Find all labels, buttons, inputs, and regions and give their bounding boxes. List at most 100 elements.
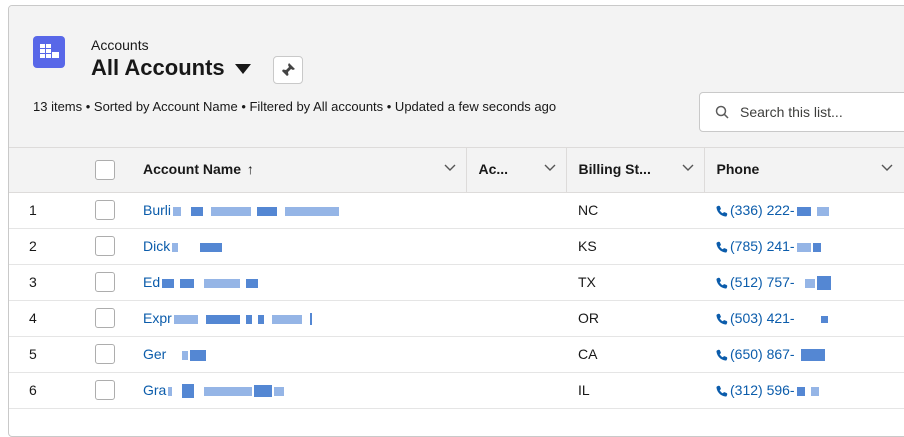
redacted-text [200, 242, 223, 252]
phone-cell: (312) 596- [704, 372, 904, 408]
billing-state-cell: NC [578, 202, 599, 218]
phone-cell: (503) 421- [704, 300, 904, 336]
redacted-text [191, 206, 204, 216]
chevron-down-icon[interactable] [444, 164, 456, 172]
redacted-text [820, 315, 828, 323]
redacted-text [271, 314, 302, 324]
search-input[interactable] [738, 101, 904, 123]
billing-state-cell: OR [578, 310, 599, 326]
account-name-link[interactable]: Burli [143, 202, 171, 218]
accounts-table: Account Name ↑ Ac... Billing St... Phone [9, 148, 904, 409]
chevron-down-icon[interactable] [881, 164, 893, 172]
phone-cell: (785) 241- [704, 228, 904, 264]
list-header: Accounts All Accounts 13 items • Sorted … [9, 6, 904, 148]
redacted-text [254, 385, 273, 398]
account-name-link[interactable]: Gra [143, 382, 166, 398]
account-name-link[interactable]: Ed [143, 274, 160, 290]
column-header-phone[interactable]: Phone [704, 148, 904, 193]
phone-icon [716, 314, 728, 325]
phone-link[interactable]: (650) 867- [730, 346, 795, 362]
search-icon [715, 105, 729, 119]
row-checkbox[interactable] [95, 236, 115, 256]
list-view-card: Accounts All Accounts 13 items • Sorted … [8, 5, 904, 437]
sort-up-arrow-icon: ↑ [246, 161, 254, 177]
billing-state-cell: KS [578, 238, 597, 254]
phone-link[interactable]: (336) 222- [730, 202, 795, 218]
row-select-cell [95, 228, 131, 264]
phone-link[interactable]: (512) 757- [730, 274, 795, 290]
account-cell [466, 228, 566, 264]
redacted-text [796, 242, 811, 252]
redacted-text [204, 386, 253, 396]
table-header-row: Account Name ↑ Ac... Billing St... Phone [9, 148, 904, 193]
redacted-text [257, 314, 264, 324]
row-number: 2 [29, 238, 37, 254]
phone-icon [716, 206, 728, 217]
row-number-header [9, 148, 95, 193]
phone-link[interactable]: (785) 241- [730, 238, 795, 254]
redacted-text [816, 276, 831, 291]
redacted-text [285, 206, 340, 216]
column-label: Ac... [478, 161, 509, 177]
billing-state-cell: TX [578, 274, 596, 290]
table-row: 2 Dick KS (785) 241- [9, 228, 904, 264]
redacted-text [796, 386, 805, 396]
column-header-account[interactable]: Ac... [466, 148, 567, 193]
redacted-text [245, 314, 252, 324]
row-select-cell [95, 336, 131, 372]
column-header-account-name[interactable]: Account Name ↑ [131, 148, 467, 193]
redacted-text [211, 206, 252, 216]
redacted-text [204, 278, 241, 288]
account-cell [466, 264, 566, 300]
search-box[interactable] [699, 92, 904, 132]
select-all-checkbox[interactable] [95, 159, 115, 180]
table-grid-icon [33, 36, 65, 68]
row-select-cell [95, 372, 131, 408]
column-label: Account Name [143, 161, 242, 177]
row-checkbox[interactable] [95, 344, 115, 364]
redacted-text [816, 206, 829, 216]
row-number: 1 [29, 202, 37, 218]
list-view-title[interactable]: All Accounts [91, 55, 225, 81]
phone-cell: (512) 757- [704, 264, 904, 300]
account-cell [466, 372, 566, 408]
account-name-cell: Expr [131, 300, 466, 336]
phone-link[interactable]: (503) 421- [730, 310, 795, 326]
account-name-link[interactable]: Expr [143, 310, 172, 326]
pin-icon [281, 63, 295, 77]
row-checkbox[interactable] [95, 308, 115, 328]
account-name-cell: Dick [131, 228, 466, 264]
redacted-text [168, 386, 173, 396]
table-row: 1 Burli NC (336) 222- [9, 192, 904, 228]
table-row: 5 Ger CA (650) 867- [9, 336, 904, 372]
row-number: 6 [29, 382, 37, 398]
row-checkbox[interactable] [95, 200, 115, 220]
redacted-text [162, 278, 175, 288]
phone-link[interactable]: (312) 596- [730, 382, 795, 398]
row-checkbox[interactable] [95, 380, 115, 400]
phone-cell: (336) 222- [704, 192, 904, 228]
redacted-text [173, 314, 198, 324]
column-header-billing-state[interactable]: Billing St... [566, 148, 705, 193]
pin-list-button[interactable] [273, 56, 303, 84]
account-cell [466, 192, 566, 228]
list-view-switcher-icon[interactable] [235, 64, 251, 74]
table-row: 6 Gra IL (312) 596- [9, 372, 904, 408]
chevron-down-icon[interactable] [682, 164, 694, 172]
account-name-link[interactable]: Dick [143, 238, 170, 254]
redacted-text [257, 206, 278, 216]
redacted-text [182, 384, 195, 399]
redacted-text [800, 349, 825, 362]
table-row: 3 Ed TX (512) 757- [9, 264, 904, 300]
row-checkbox[interactable] [95, 272, 115, 292]
account-name-link[interactable]: Ger [143, 346, 166, 362]
row-number: 4 [29, 310, 37, 326]
account-name-cell: Ger [131, 336, 466, 372]
table-row: 4 Expr OR (503) 421- [9, 300, 904, 336]
account-cell [466, 336, 566, 372]
chevron-down-icon[interactable] [544, 164, 556, 172]
redacted-text [246, 278, 259, 288]
phone-icon [716, 242, 728, 253]
billing-state-cell: CA [578, 346, 598, 362]
redacted-text [812, 242, 821, 252]
